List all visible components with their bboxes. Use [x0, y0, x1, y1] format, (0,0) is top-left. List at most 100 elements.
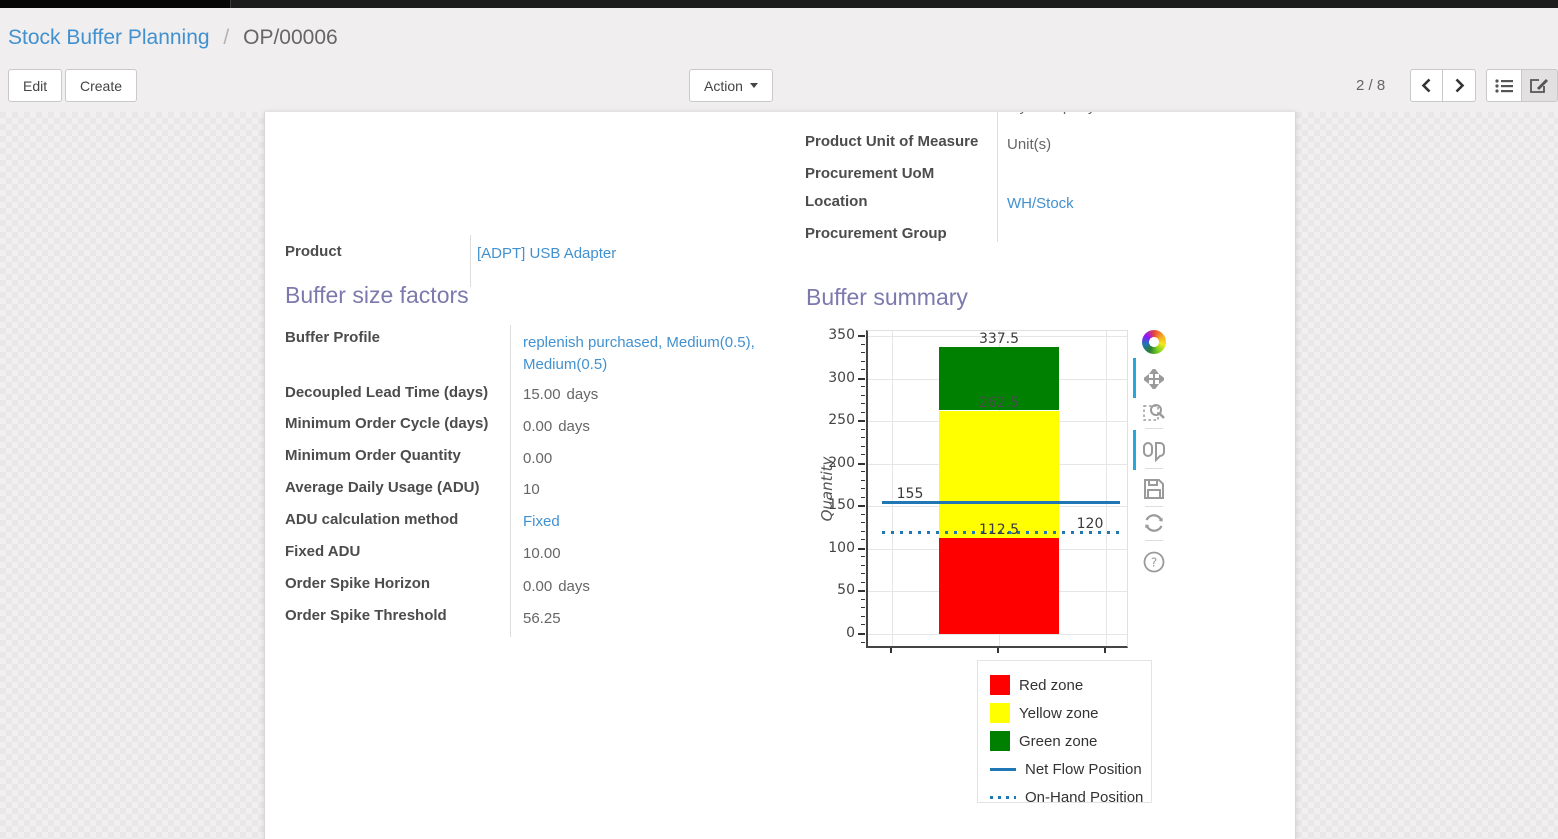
field-value-location-link[interactable]: WH/Stock: [1007, 195, 1074, 212]
legend-label: Red zone: [1019, 677, 1083, 694]
toolbar-separator: [1145, 506, 1163, 507]
legend-item[interactable]: Net Flow Position: [990, 755, 1151, 783]
y-tick-label: 50: [815, 582, 855, 598]
breadcrumb-section-link[interactable]: Stock Buffer Planning: [8, 26, 210, 49]
chart-data-label: 155: [880, 486, 940, 502]
legend-item[interactable]: Yellow zone: [990, 699, 1151, 727]
legend-item[interactable]: Red zone: [990, 671, 1151, 699]
legend-label: Net Flow Position: [1025, 761, 1142, 778]
field-label-moq: Minimum Order Quantity: [285, 447, 461, 464]
field-value-moq: 0.00: [523, 450, 552, 467]
toolbar-separator: [1145, 428, 1163, 429]
red-zone-swatch: [990, 675, 1010, 695]
y-tick-label: 350: [815, 327, 855, 343]
field-label-dlt: Decoupled Lead Time (days): [285, 384, 488, 401]
y-tick-label: 100: [815, 540, 855, 556]
chart-data-label: 262.5: [969, 395, 1029, 411]
legend-item[interactable]: Green zone: [990, 727, 1151, 755]
chevron-down-icon: [750, 83, 758, 88]
help-icon[interactable]: ?: [1142, 550, 1166, 574]
hover-icon[interactable]: [1142, 440, 1166, 464]
y-tick-label: 250: [815, 412, 855, 428]
pager-counter: 2 / 8: [1356, 69, 1385, 102]
field-label-product-uom: Product Unit of Measure: [805, 133, 978, 150]
field-value-spike-threshold: 56.25: [523, 610, 561, 627]
top-navbar: [0, 0, 1558, 8]
chart-data-label: 120: [1060, 516, 1120, 532]
field-suffix-dlt: days: [567, 386, 599, 403]
chevron-right-icon: [1454, 78, 1465, 93]
field-value-product-uom: Unit(s): [1007, 136, 1051, 153]
chart-data-label: 112.5: [969, 522, 1029, 538]
field-label-adu: Average Daily Usage (ADU): [285, 479, 480, 496]
legend-label: On-Hand Position: [1025, 789, 1143, 806]
field-value-moc: 0.00: [523, 418, 552, 435]
column-separator: [997, 112, 998, 242]
save-icon[interactable]: [1142, 477, 1166, 501]
form-view-background: My Company Product [ADPT] USB Adapter Pr…: [0, 112, 1558, 839]
field-label-adu-method: ADU calculation method: [285, 511, 458, 528]
buffer-summary-chart: Quantity 337.5262.5112.5155120 050100150…: [810, 322, 1210, 657]
field-label-procurement-group: Procurement Group: [805, 225, 947, 242]
legend-label: Yellow zone: [1019, 705, 1099, 722]
y-tick-label: 200: [815, 455, 855, 471]
list-view-button[interactable]: [1486, 69, 1522, 102]
toolbar-separator: [1145, 540, 1163, 541]
toolbar-separator: [1145, 468, 1163, 469]
breadcrumb-separator: /: [223, 26, 229, 49]
field-label-moc: Minimum Order Cycle (days): [285, 415, 488, 432]
action-dropdown-button[interactable]: Action: [689, 69, 773, 102]
section-title-buffer-summary: Buffer summary: [806, 284, 968, 311]
field-label-procurement-uom: Procurement UoM: [805, 165, 934, 182]
y-tick-label: 150: [815, 497, 855, 513]
active-tool-indicator: [1133, 430, 1136, 470]
field-value-adu-method-link[interactable]: Fixed: [523, 513, 560, 530]
reset-icon[interactable]: [1142, 511, 1166, 535]
pan-icon[interactable]: [1142, 367, 1166, 391]
red-zone-bar: [939, 538, 1059, 634]
chart-data-label: 337.5: [969, 331, 1029, 347]
legend-item[interactable]: On-Hand Position: [990, 783, 1151, 811]
column-separator: [470, 235, 471, 287]
y-tick-label: 0: [815, 625, 855, 641]
green-zone-swatch: [990, 731, 1010, 751]
chevron-left-icon: [1421, 78, 1432, 93]
field-label-fixed-adu: Fixed ADU: [285, 543, 360, 560]
yellow-zone-bar: [939, 411, 1059, 539]
next-record-button[interactable]: [1443, 69, 1476, 102]
pager-buttons: [1410, 69, 1476, 102]
action-label: Action: [704, 78, 743, 94]
product-label: Product: [285, 243, 342, 260]
form-view-button[interactable]: [1522, 69, 1558, 102]
previous-record-button[interactable]: [1410, 69, 1443, 102]
list-icon: [1495, 78, 1513, 94]
product-value-link[interactable]: [ADPT] USB Adapter: [477, 245, 616, 262]
breadcrumb-record: OP/00006: [243, 26, 338, 49]
on-hand-dotted-line-swatch: [990, 796, 1016, 799]
legend-label: Green zone: [1019, 733, 1097, 750]
field-value-buffer-profile-link[interactable]: replenish purchased, Medium(0.5), Medium…: [523, 332, 775, 376]
svg-text:?: ?: [1151, 556, 1157, 570]
bokeh-logo[interactable]: [1142, 330, 1166, 354]
field-label-location: Location: [805, 193, 868, 210]
navbar-app-segment: [0, 0, 231, 8]
company-value-clipped: My Company: [1007, 112, 1095, 115]
chart-plot-area[interactable]: 337.5 262.5 112.5 155 120: [866, 330, 1128, 648]
column-separator: [510, 325, 511, 637]
chart-legend: Red zone Yellow zone Green zone Net Flow…: [977, 660, 1152, 803]
y-tick-label: 300: [815, 370, 855, 386]
breadcrumb: Stock Buffer Planning / OP/00006: [8, 26, 338, 50]
field-value-dlt: 15.00: [523, 386, 561, 403]
field-value-fixed-adu: 10.00: [523, 545, 561, 562]
active-tool-indicator: [1133, 358, 1136, 398]
field-label-spike-horizon: Order Spike Horizon: [285, 575, 430, 592]
field-suffix-moc: days: [558, 418, 590, 435]
control-panel: Stock Buffer Planning / OP/00006 Edit Cr…: [0, 8, 1558, 113]
net-flow-line-swatch: [990, 768, 1016, 771]
edit-button[interactable]: Edit: [8, 69, 62, 102]
create-button[interactable]: Create: [65, 69, 137, 102]
view-switcher: [1486, 69, 1558, 102]
field-value-spike-horizon: 0.00: [523, 578, 552, 595]
box-zoom-icon[interactable]: [1142, 400, 1166, 424]
yellow-zone-swatch: [990, 703, 1010, 723]
